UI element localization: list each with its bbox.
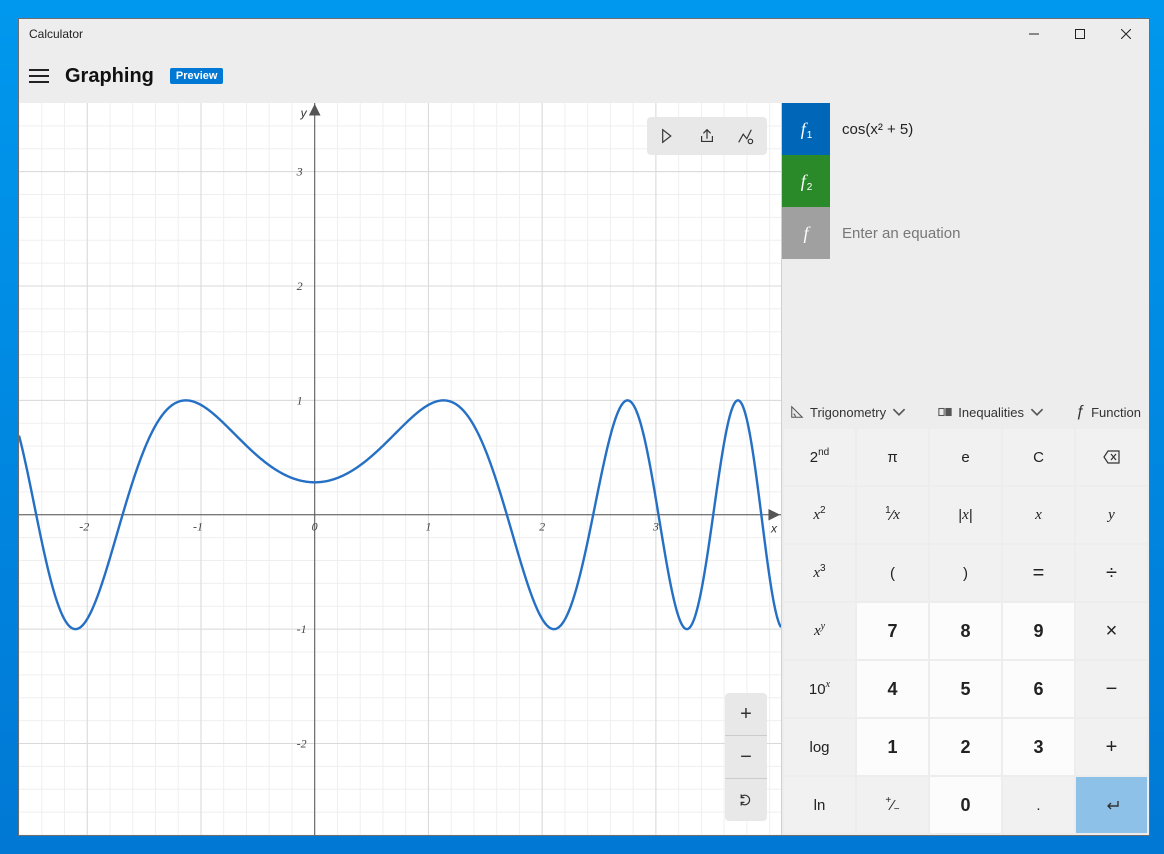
- equation-input[interactable]: [830, 207, 1149, 259]
- function-tab-label: Function: [1091, 405, 1141, 420]
- inequalities-tab[interactable]: Inequalities: [938, 405, 1044, 420]
- svg-text:3: 3: [296, 165, 303, 179]
- key-1[interactable]: 1: [857, 719, 928, 775]
- zoom-out-button[interactable]: −: [725, 736, 767, 778]
- key-3[interactable]: 3: [1003, 719, 1074, 775]
- keypad: 2ndπeCx21⁄x|x|xyx3()=÷xy789×10x456−log12…: [782, 427, 1149, 835]
- key-)[interactable]: ): [930, 545, 1001, 601]
- svg-text:1: 1: [425, 520, 431, 534]
- zoom-controls: + −: [725, 693, 767, 821]
- key-4[interactable]: 4: [857, 661, 928, 717]
- side-panel: f1f2f Trigonometry Inequalities ƒ Functi…: [781, 103, 1149, 835]
- key-0[interactable]: 0: [930, 777, 1001, 833]
- equation-chip[interactable]: f1: [782, 103, 830, 155]
- svg-text:-1: -1: [193, 520, 203, 534]
- key-¹⁄x[interactable]: 1⁄x: [857, 487, 928, 543]
- key-9[interactable]: 9: [1003, 603, 1074, 659]
- keypad-tabs: Trigonometry Inequalities ƒ Function: [782, 393, 1149, 427]
- key-÷[interactable]: ÷: [1076, 545, 1147, 601]
- trig-tab-label: Trigonometry: [810, 405, 886, 420]
- svg-text:-1: -1: [297, 622, 307, 636]
- key-ln[interactable]: ln: [784, 777, 855, 833]
- chevron-down-icon: [1030, 405, 1044, 419]
- svg-text:3: 3: [652, 520, 659, 534]
- window-title: Calculator: [29, 27, 83, 41]
- titlebar: Calculator: [19, 19, 1149, 49]
- key-|x|[interactable]: |x|: [930, 487, 1001, 543]
- maximize-button[interactable]: [1057, 19, 1103, 49]
- svg-text:0: 0: [312, 520, 318, 534]
- zoom-in-button[interactable]: +: [725, 693, 767, 735]
- equation-row[interactable]: f: [782, 207, 1149, 259]
- share-button[interactable]: [689, 121, 725, 151]
- angle-icon: [790, 405, 804, 419]
- chevron-down-icon: [892, 405, 906, 419]
- key-⁺⁄₋[interactable]: +⁄−: [857, 777, 928, 833]
- equation-row[interactable]: f2: [782, 155, 1149, 207]
- key-2[interactable]: 2: [930, 719, 1001, 775]
- graph-toolbar: [647, 117, 767, 155]
- key-([interactable]: (: [857, 545, 928, 601]
- hamburger-menu-icon[interactable]: [29, 69, 49, 83]
- graph-settings-button[interactable]: [727, 121, 763, 151]
- key-−[interactable]: −: [1076, 661, 1147, 717]
- key-6[interactable]: 6: [1003, 661, 1074, 717]
- key-7[interactable]: 7: [857, 603, 928, 659]
- key-C[interactable]: C: [1003, 429, 1074, 485]
- key-y[interactable]: y: [1076, 487, 1147, 543]
- window-controls: [1011, 19, 1149, 49]
- inequalities-tab-label: Inequalities: [958, 405, 1024, 420]
- close-button[interactable]: [1103, 19, 1149, 49]
- key-5[interactable]: 5: [930, 661, 1001, 717]
- minimize-button[interactable]: [1011, 19, 1057, 49]
- trig-tab[interactable]: Trigonometry: [790, 405, 906, 420]
- key-×[interactable]: ×: [1076, 603, 1147, 659]
- key-2nd[interactable]: 2nd: [784, 429, 855, 485]
- key-⌫[interactable]: [1076, 429, 1147, 485]
- key-↵[interactable]: [1076, 777, 1147, 833]
- equation-chip[interactable]: f: [782, 207, 830, 259]
- trace-button[interactable]: [651, 121, 687, 151]
- header: Graphing Preview: [19, 49, 1149, 103]
- key-+[interactable]: +: [1076, 719, 1147, 775]
- app-window: Calculator Graphing Preview -2-10123-2-1…: [18, 18, 1150, 836]
- key-10ˣ[interactable]: 10x: [784, 661, 855, 717]
- equation-chip[interactable]: f2: [782, 155, 830, 207]
- key-x[interactable]: x: [1003, 487, 1074, 543]
- function-tab[interactable]: ƒ Function: [1076, 403, 1141, 421]
- key-xʸ[interactable]: xy: [784, 603, 855, 659]
- key-π[interactable]: π: [857, 429, 928, 485]
- preview-badge: Preview: [170, 68, 224, 84]
- equation-input[interactable]: [830, 155, 1149, 207]
- graph-canvas[interactable]: -2 -1 0 1 2 3 -2 -1 1 2 3 x y + −: [19, 103, 781, 835]
- svg-text:x: x: [770, 522, 778, 536]
- equation-list: f1f2f: [782, 103, 1149, 259]
- svg-text:-2: -2: [79, 520, 89, 534]
- zoom-reset-button[interactable]: [725, 779, 767, 821]
- inequality-icon: [938, 405, 952, 419]
- svg-text:2: 2: [539, 520, 545, 534]
- key-log[interactable]: log: [784, 719, 855, 775]
- key-e[interactable]: e: [930, 429, 1001, 485]
- svg-text:y: y: [300, 106, 308, 120]
- key-x³[interactable]: x3: [784, 545, 855, 601]
- svg-text:2: 2: [297, 279, 303, 293]
- key-x²[interactable]: x2: [784, 487, 855, 543]
- function-icon: ƒ: [1076, 403, 1085, 421]
- key-8[interactable]: 8: [930, 603, 1001, 659]
- svg-text:-2: -2: [297, 737, 307, 751]
- key-.[interactable]: .: [1003, 777, 1074, 833]
- equation-input[interactable]: [830, 103, 1149, 155]
- mode-title: Graphing: [65, 65, 154, 88]
- equation-row[interactable]: f1: [782, 103, 1149, 155]
- key-=[interactable]: =: [1003, 545, 1074, 601]
- svg-text:1: 1: [297, 393, 303, 407]
